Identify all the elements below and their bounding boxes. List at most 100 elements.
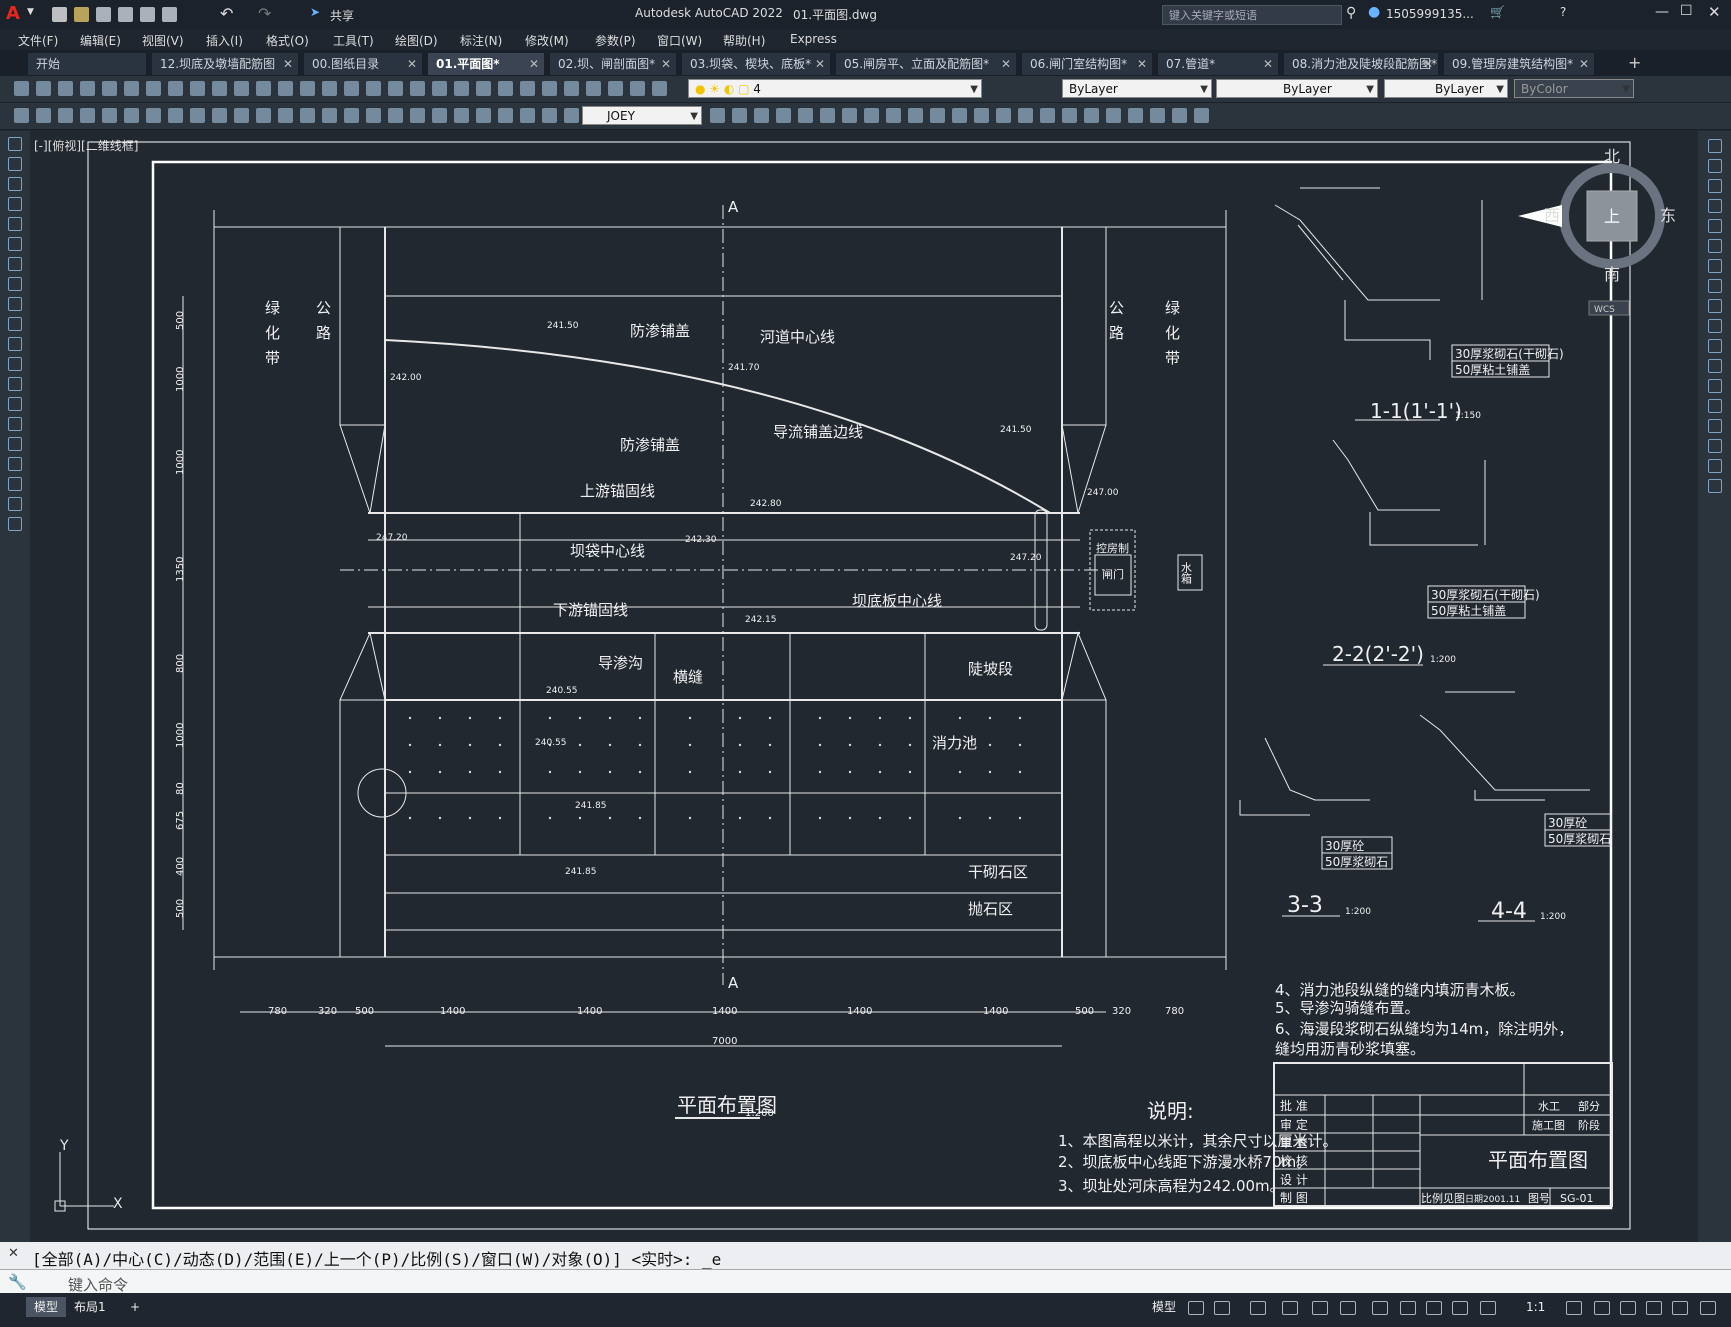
- add-layout-icon[interactable]: +: [122, 1297, 148, 1317]
- snap-icon[interactable]: [1214, 1301, 1230, 1315]
- new-icon[interactable]: [14, 81, 29, 96]
- close-tab-icon[interactable]: ✕: [1423, 53, 1433, 75]
- line-icon[interactable]: [8, 137, 22, 151]
- mtext-icon[interactable]: [8, 497, 22, 511]
- redo-icon[interactable]: ↷: [258, 4, 271, 23]
- save-icon[interactable]: [542, 81, 557, 96]
- otrack-icon[interactable]: [1340, 1301, 1356, 1315]
- app-menu-chevron-icon[interactable]: ▼: [27, 7, 34, 17]
- document-tab[interactable]: 05.闸房平、立面及配筋图* ✕: [836, 53, 1016, 75]
- preview-icon[interactable]: [102, 81, 117, 96]
- group-icon[interactable]: [1084, 108, 1099, 123]
- copy-icon[interactable]: [168, 81, 183, 96]
- inspect-icon[interactable]: [344, 108, 359, 123]
- menu-item[interactable]: 文件(F): [18, 32, 58, 49]
- block-icon[interactable]: [1018, 108, 1033, 123]
- linetype-combo[interactable]: ByLayer ▼: [1216, 79, 1378, 98]
- continue-icon[interactable]: [234, 108, 249, 123]
- command-input[interactable]: 🔧 键入命令: [0, 1269, 1731, 1294]
- dim-aligned-icon[interactable]: [36, 108, 51, 123]
- publish-icon[interactable]: [608, 81, 623, 96]
- spline-icon[interactable]: [8, 297, 22, 311]
- document-tab[interactable]: 12.坝底及墩墙配筋图 ✕: [152, 53, 298, 75]
- trim-icon[interactable]: [1708, 319, 1722, 333]
- sheet-set-icon[interactable]: [388, 81, 403, 96]
- layout1-tab[interactable]: 布局1: [66, 1297, 114, 1317]
- dim-break-icon[interactable]: [278, 108, 293, 123]
- menu-item[interactable]: 编辑(E): [80, 32, 121, 49]
- annotation-monitor-icon[interactable]: [1480, 1301, 1496, 1315]
- new-file-icon[interactable]: [52, 7, 67, 22]
- grid-icon[interactable]: [1188, 1301, 1204, 1315]
- dim-edit-icon[interactable]: [388, 108, 403, 123]
- new-icon[interactable]: [498, 81, 513, 96]
- save-icon[interactable]: [58, 81, 73, 96]
- jogged-linear-icon[interactable]: [366, 108, 381, 123]
- add-selected-icon[interactable]: [8, 517, 22, 531]
- close-tab-icon[interactable]: ✕: [283, 53, 293, 75]
- menu-item[interactable]: 窗口(W): [657, 32, 702, 49]
- pan-icon[interactable]: [278, 81, 293, 96]
- dim-break-icon[interactable]: [886, 108, 901, 123]
- dim-space-icon[interactable]: [256, 108, 271, 123]
- break-at-point-icon[interactable]: [1708, 359, 1722, 373]
- menu-item[interactable]: 绘图(D): [395, 32, 438, 49]
- document-tab[interactable]: 07.管道* ✕: [1158, 53, 1278, 75]
- menu-item[interactable]: 帮助(H): [723, 32, 765, 49]
- quick-dim-icon[interactable]: [190, 108, 205, 123]
- app-logo-icon[interactable]: A: [6, 3, 20, 24]
- open-icon[interactable]: [520, 81, 535, 96]
- publish-icon[interactable]: [124, 81, 139, 96]
- dim-ordinate-icon[interactable]: [1172, 108, 1187, 123]
- save-as-icon[interactable]: [118, 7, 133, 22]
- lock-ui-icon[interactable]: [1620, 1301, 1636, 1315]
- dim-arc-icon[interactable]: [542, 108, 557, 123]
- fillet-icon[interactable]: [1708, 439, 1722, 453]
- document-tab[interactable]: 08.消力池及陡坡段配筋图* ✕: [1284, 53, 1438, 75]
- scale-icon[interactable]: [1708, 279, 1722, 293]
- dim-ordinate-icon[interactable]: [564, 108, 579, 123]
- rotate-icon[interactable]: [1708, 259, 1722, 273]
- block-icon[interactable]: [410, 108, 425, 123]
- move-icon[interactable]: [1708, 239, 1722, 253]
- zoom-icon[interactable]: [300, 81, 315, 96]
- ellipse-icon[interactable]: [8, 317, 22, 331]
- units-icon[interactable]: [1566, 1301, 1582, 1315]
- user-icon[interactable]: ●: [1368, 4, 1380, 20]
- stretch-icon[interactable]: [1708, 299, 1722, 313]
- search-input[interactable]: 键入关键字或短语: [1169, 7, 1257, 23]
- ellipse-arc-icon[interactable]: [8, 337, 22, 351]
- close-tab-icon[interactable]: ✕: [1137, 53, 1147, 75]
- plot-icon[interactable]: [162, 7, 177, 22]
- save-icon[interactable]: [96, 7, 111, 22]
- menu-item[interactable]: 工具(T): [333, 32, 374, 49]
- offset-icon[interactable]: [1708, 199, 1722, 213]
- table-icon[interactable]: [8, 477, 22, 491]
- close-tab-icon[interactable]: ✕: [1001, 53, 1011, 75]
- dim-diameter-icon[interactable]: [754, 108, 769, 123]
- baseline-icon[interactable]: [212, 108, 227, 123]
- dim-arc-icon[interactable]: [1150, 108, 1165, 123]
- baseline-icon[interactable]: [820, 108, 835, 123]
- document-tab[interactable]: 09.管理房建筑结构图* ✕: [1444, 53, 1594, 75]
- undo-icon[interactable]: [234, 81, 249, 96]
- rectangle-icon[interactable]: [8, 217, 22, 231]
- dim-diameter-icon[interactable]: [146, 108, 161, 123]
- circle-icon[interactable]: [8, 257, 22, 271]
- cut-icon[interactable]: [146, 81, 161, 96]
- undo-icon[interactable]: ↶: [220, 4, 233, 23]
- lineweight-combo[interactable]: ByLayer ▼: [1384, 79, 1508, 98]
- color-combo[interactable]: ByLayer ▼: [1062, 79, 1212, 98]
- dim-aligned-icon[interactable]: [1128, 108, 1143, 123]
- close-tab-icon[interactable]: ✕: [407, 53, 417, 75]
- match-icon[interactable]: [212, 81, 227, 96]
- dim-jog-icon[interactable]: [732, 108, 747, 123]
- dim-linear-icon[interactable]: [14, 108, 29, 123]
- close-tab-icon[interactable]: ✕: [1263, 53, 1273, 75]
- close-tab-icon[interactable]: ✕: [661, 53, 671, 75]
- blend-icon[interactable]: [1708, 459, 1722, 473]
- join-icon[interactable]: [1708, 399, 1722, 413]
- search-icon[interactable]: ⚲: [1346, 5, 1356, 21]
- open-file-icon[interactable]: [74, 7, 89, 22]
- tool-palette-icon[interactable]: [366, 81, 381, 96]
